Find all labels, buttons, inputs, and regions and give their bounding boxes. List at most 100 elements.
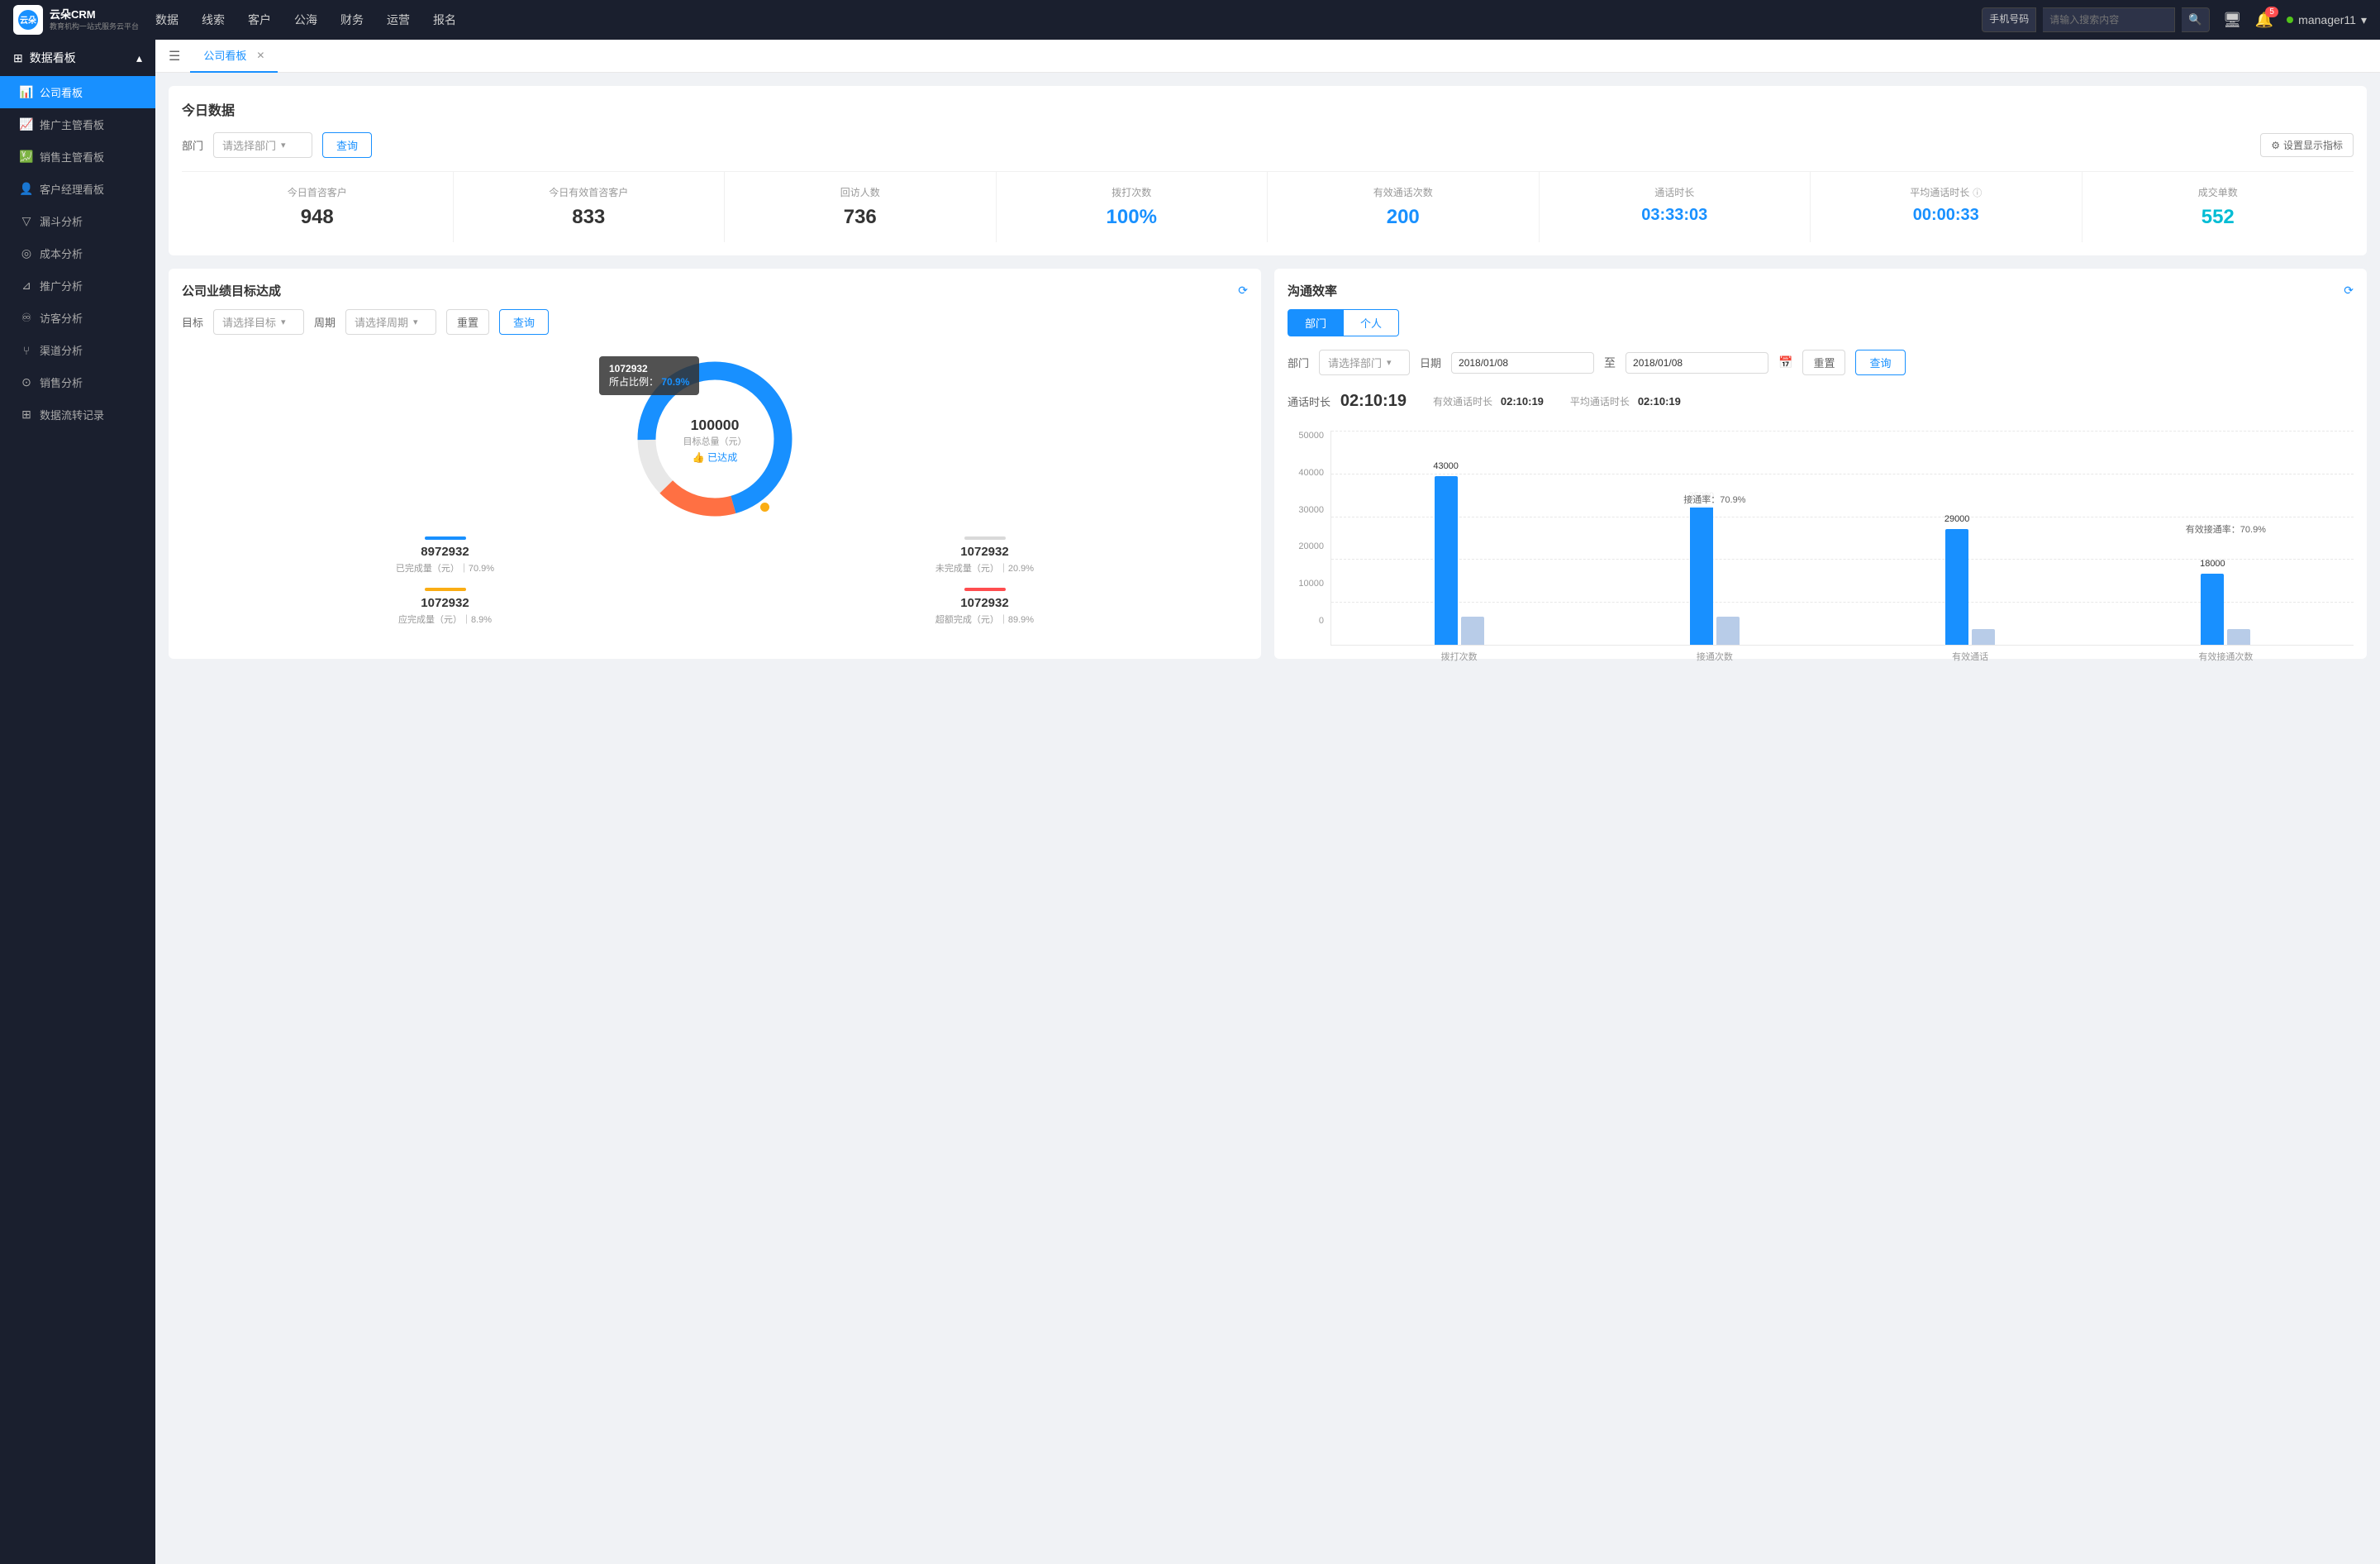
tab-department[interactable]: 部门 — [1288, 309, 1344, 336]
sidebar-item-company-board[interactable]: 📊 公司看板 — [0, 76, 155, 108]
menu-toggle-icon[interactable]: ☰ — [169, 48, 180, 64]
company-goal-reset-button[interactable]: 重置 — [446, 309, 489, 335]
device-icon[interactable]: 🖥 — [2223, 12, 2242, 29]
info-icon: ⓘ — [1973, 186, 1982, 199]
stat-dial-count: 拨打次数 100% — [997, 172, 1269, 242]
nav-data[interactable]: 数据 — [155, 8, 178, 31]
exceeded-bar — [964, 588, 1006, 591]
company-goal-refresh-icon[interactable]: ⟳ — [1238, 284, 1248, 298]
period-select[interactable]: 请选择周期 ▾ — [345, 309, 436, 335]
should-complete-sub: 应完成量（元）｜8.9% — [182, 613, 708, 626]
comm-dept-label: 部门 — [1288, 355, 1309, 370]
effective-connect-bar-blue-label: 18000 — [2200, 559, 2225, 569]
incomplete-sub: 未完成量（元）｜20.9% — [721, 561, 1248, 575]
tooltip-pct-label: 所占比例： — [609, 376, 659, 388]
dial-bar-blue-wrapper: 43000 — [1435, 476, 1458, 645]
sidebar-item-sales[interactable]: ⊙ 销售分析 — [0, 366, 155, 398]
stat-dial-count-label: 拨打次数 — [1003, 185, 1261, 199]
sidebar-item-visitor[interactable]: ♾ 访客分析 — [0, 302, 155, 334]
effective-x-label: 有效通话 — [1952, 650, 1988, 663]
nav-customers[interactable]: 客户 — [248, 8, 271, 31]
tab-close-icon[interactable]: ✕ — [256, 50, 264, 61]
y-label-2: 20000 — [1288, 541, 1324, 551]
nav-enrollment[interactable]: 报名 — [433, 8, 456, 31]
y-label-0: 0 — [1288, 616, 1324, 626]
sidebar-label-channel: 渠道分析 — [40, 342, 83, 358]
main-layout: ⊞ 数据看板 ▴ 📊 公司看板 📈 推广主管看板 💹 销售主管看板 👤 客户经理… — [0, 40, 2380, 1564]
today-filter-left: 部门 请选择部门 ▾ 查询 — [182, 132, 372, 158]
search-button[interactable]: 🔍 — [2182, 7, 2210, 32]
setting-display-button[interactable]: ⚙ 设置显示指标 — [2260, 133, 2354, 157]
account-manager-icon: 👤 — [20, 183, 33, 196]
comm-query-button[interactable]: 查询 — [1855, 350, 1905, 375]
comm-reset-button[interactable]: 重置 — [1802, 350, 1845, 375]
search-input[interactable] — [2043, 7, 2175, 32]
nav-finance[interactable]: 财务 — [340, 8, 364, 31]
search-type-selector[interactable]: 手机号码 — [1982, 7, 2036, 32]
goal-stat-exceeded: 1072932 超额完成（元）｜89.9% — [721, 588, 1248, 626]
target-select[interactable]: 请选择目标 ▾ — [213, 309, 304, 335]
nav-public-sea[interactable]: 公海 — [294, 8, 317, 31]
svg-text:目标总量（元）: 目标总量（元） — [683, 436, 747, 447]
stat-call-duration-label: 通话时长 — [1546, 185, 1804, 199]
nav-operations[interactable]: 运营 — [387, 8, 410, 31]
calendar-icon[interactable]: 📅 — [1778, 355, 1792, 370]
y-label-3: 30000 — [1288, 505, 1324, 515]
date-from-input[interactable] — [1451, 352, 1594, 374]
sidebar-item-channel[interactable]: ⑂ 渠道分析 — [0, 334, 155, 366]
svg-text:100000: 100000 — [691, 417, 740, 433]
comm-dept-select[interactable]: 请选择部门 ▾ — [1319, 350, 1410, 375]
y-axis: 0 10000 20000 30000 40000 50000 — [1288, 431, 1330, 646]
effective-bar-light — [1972, 629, 1995, 645]
sidebar-label-sales: 销售分析 — [40, 374, 83, 390]
today-stats-grid: 今日首咨客户 948 今日有效首咨客户 833 回访人数 736 拨打次数 10… — [182, 171, 2354, 242]
bar-group-connect-bars: 35000 — [1690, 506, 1740, 645]
effective-connect-x-label: 有效接通次数 — [2198, 650, 2253, 663]
incomplete-bar — [964, 536, 1006, 540]
connect-annotation: 接通率：70.9% — [1680, 491, 1749, 508]
sidebar-label-promotion: 推广分析 — [40, 278, 83, 293]
sidebar-collapse-icon: ▴ — [136, 51, 142, 65]
should-complete-value: 1072932 — [182, 596, 708, 610]
donut-tooltip: 1072932 所占比例： 70.9% — [599, 356, 699, 395]
tab-bar: ☰ 公司看板 ✕ — [155, 40, 2380, 73]
tab-company-board[interactable]: 公司看板 ✕ — [190, 40, 278, 73]
today-query-button[interactable]: 查询 — [322, 132, 372, 158]
sidebar-section-dashboard: ⊞ 数据看板 ▴ 📊 公司看板 📈 推广主管看板 💹 销售主管看板 👤 客户经理… — [0, 40, 155, 431]
notification-icon[interactable]: 🔔 5 — [2255, 12, 2273, 29]
stat-effective-consult: 今日有效首咨客户 833 — [454, 172, 726, 242]
visitor-icon: ♾ — [20, 312, 33, 325]
sidebar-item-sales-manager[interactable]: 💹 销售主管看板 — [0, 141, 155, 173]
sidebar-item-account-manager[interactable]: 👤 客户经理看板 — [0, 173, 155, 205]
company-goal-query-button[interactable]: 查询 — [499, 309, 549, 335]
y-label-1: 10000 — [1288, 579, 1324, 589]
incomplete-value: 1072932 — [721, 545, 1248, 559]
tooltip-pct-value: 70.9% — [661, 376, 689, 388]
sidebar-item-cost[interactable]: ◎ 成本分析 — [0, 237, 155, 269]
communication-refresh-icon[interactable]: ⟳ — [2344, 284, 2354, 298]
stat-revisit: 回访人数 736 — [725, 172, 997, 242]
sidebar-item-promotion-manager[interactable]: 📈 推广主管看板 — [0, 108, 155, 141]
bar-group-dial: 43000 拨打次数 — [1331, 431, 1587, 645]
sidebar-section-title: 数据看板 — [30, 50, 76, 66]
stat-deals-label: 成交单数 — [2089, 185, 2348, 199]
stat-revisit-label: 回访人数 — [731, 185, 989, 199]
date-to-input[interactable] — [1626, 352, 1768, 374]
setting-icon: ⚙ — [2271, 140, 2280, 151]
tab-individual[interactable]: 个人 — [1344, 309, 1399, 336]
sidebar-header-dashboard[interactable]: ⊞ 数据看板 ▴ — [0, 40, 155, 76]
bar-chart: 0 10000 20000 30000 40000 50000 — [1288, 431, 2354, 646]
sidebar-item-data-flow[interactable]: ⊞ 数据流转记录 — [0, 398, 155, 431]
company-goal-header: 公司业绩目标达成 ⟳ — [182, 282, 1248, 299]
page-content: 今日数据 部门 请选择部门 ▾ 查询 ⚙ 设置显示指标 — [155, 73, 2380, 1564]
y-label-4: 40000 — [1288, 468, 1324, 478]
funnel-icon: ▽ — [20, 215, 33, 228]
logo: 云朵 云朵CRM 教育机构一站式服务云平台 — [13, 5, 139, 35]
nav-leads[interactable]: 线索 — [202, 8, 225, 31]
user-info[interactable]: manager11 ▾ — [2287, 13, 2367, 27]
dept-select[interactable]: 请选择部门 ▾ — [213, 132, 312, 158]
bottom-grid: 公司业绩目标达成 ⟳ 目标 请选择目标 ▾ 周期 请选择周期 ▾ — [169, 269, 2367, 672]
sidebar-item-funnel[interactable]: ▽ 漏斗分析 — [0, 205, 155, 237]
dashboard-icon: ⊞ — [13, 51, 23, 65]
sidebar-item-promotion[interactable]: ⊿ 推广分析 — [0, 269, 155, 302]
